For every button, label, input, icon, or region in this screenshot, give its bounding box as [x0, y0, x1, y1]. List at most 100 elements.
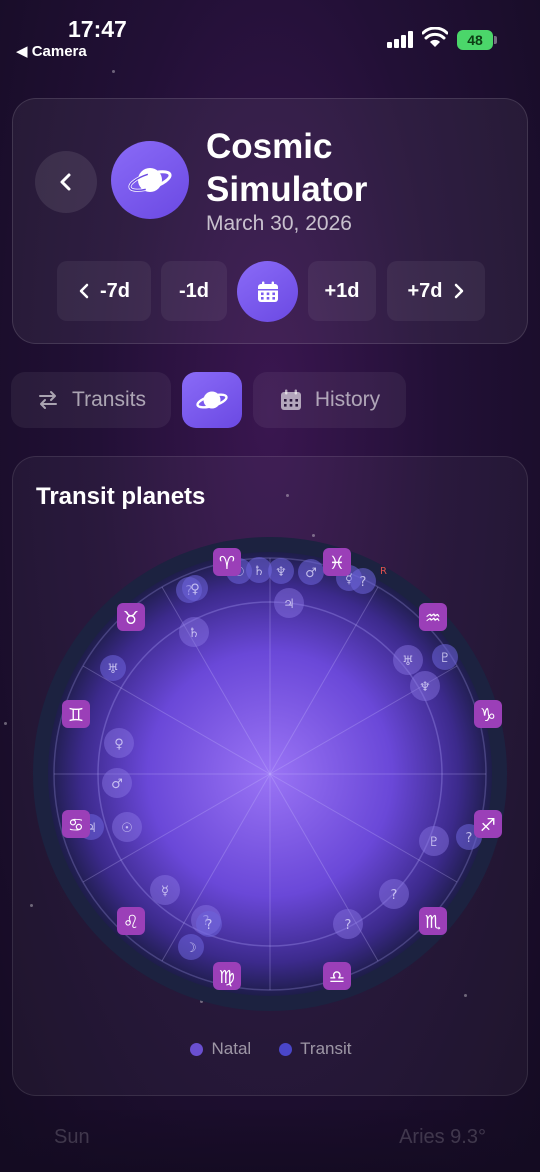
tab-transits[interactable]: Transits	[11, 372, 171, 428]
battery-icon: 48	[457, 30, 493, 50]
svg-text:♆: ♆	[419, 680, 431, 695]
chevron-left-icon	[79, 283, 89, 299]
sign-badge-sagittarius[interactable]: ♐	[474, 810, 502, 838]
svg-text:♇: ♇	[428, 835, 440, 850]
sign-glyph-libra: ♎	[329, 967, 345, 988]
svg-text:♅: ♅	[402, 654, 414, 669]
date-navigation: -7d -1d +1d +7d	[13, 261, 529, 322]
current-date: March 30, 2026	[206, 212, 352, 235]
minus-7-days-label: -7d	[100, 279, 130, 302]
svg-text:♂: ♂	[111, 777, 123, 792]
planet-marker[interactable]: ♀	[182, 575, 208, 601]
planet-icon	[196, 391, 228, 409]
planet-marker[interactable]: ?	[379, 879, 409, 909]
tab-history[interactable]: History	[253, 372, 406, 428]
svg-text:☉: ☉	[121, 821, 133, 836]
svg-text:♅: ♅	[107, 662, 119, 677]
sign-badge-cancer[interactable]: ♋	[62, 810, 90, 838]
plus-1-day-button[interactable]: +1d	[308, 261, 376, 321]
sign-glyph-leo: ♌	[123, 912, 139, 933]
calendar-button[interactable]	[237, 261, 298, 322]
battery-level: 48	[467, 32, 483, 48]
planet-marker[interactable]: ☽	[178, 934, 204, 960]
planet-marker[interactable]: ♇	[419, 826, 449, 856]
sign-badge-aquarius[interactable]: ♒	[419, 603, 447, 631]
plus-7-days-button[interactable]: +7d	[387, 261, 485, 321]
planet-marker[interactable]: ?	[196, 911, 222, 937]
planet-marker[interactable]: ☿	[150, 875, 180, 905]
planet-marker[interactable]: ♇	[432, 644, 458, 670]
minus-1-day-button[interactable]: -1d	[161, 261, 227, 321]
sign-badge-leo[interactable]: ♌	[117, 907, 145, 935]
svg-text:♃: ♃	[283, 597, 295, 612]
wifi-icon	[422, 27, 448, 47]
legend-transit-label: Transit	[300, 1039, 352, 1058]
svg-text:♆: ♆	[275, 565, 287, 580]
tab-planets[interactable]	[182, 372, 242, 428]
sign-badge-scorpio[interactable]: ♏	[419, 907, 447, 935]
plus-7-days-label: +7d	[407, 279, 443, 302]
sign-glyph-virgo: ♍	[219, 967, 235, 988]
sign-glyph-pisces: ♓	[329, 553, 345, 574]
planet-marker[interactable]: ♄	[179, 617, 209, 647]
transit-chart-card: Transit planets ♄ ♆ ♂ ☿ ? ♀ ♃ ♄ ♅ ♅ ♇ ♆ …	[12, 456, 528, 1096]
svg-text:♇: ♇	[439, 651, 451, 666]
sign-glyph-cancer: ♋	[68, 815, 84, 836]
sign-badge-pisces[interactable]: ♓	[323, 548, 351, 576]
sign-badge-virgo[interactable]: ♍	[213, 962, 241, 990]
svg-text:♄: ♄	[188, 626, 200, 641]
status-time: 17:47	[68, 16, 127, 42]
svg-text:♀: ♀	[114, 737, 124, 752]
zodiac-wheel: ☉ ♄ ♆ ♂ ☿ ? ? ♀ ♃ ♄ ♅ ♅ ♇ ♆ ♀ ♂ ♃ ☉ ♇ ? …	[33, 537, 507, 1011]
chart-title: Transit planets	[36, 483, 206, 510]
svg-text:?: ?	[360, 575, 367, 590]
minus-7-days-button[interactable]: -7d	[57, 261, 151, 321]
plus-1-day-label: +1d	[324, 279, 360, 302]
sign-badge-gemini[interactable]: ♊	[62, 700, 90, 728]
planet-marker[interactable]: ?	[350, 568, 376, 594]
sign-glyph-sagittarius: ♐	[480, 815, 496, 836]
tab-transits-label: Transits	[72, 388, 146, 411]
planet-marker[interactable]: ♆	[410, 671, 440, 701]
header-card: Cosmic Simulator March 30, 2026 -7d -1d …	[12, 98, 528, 344]
planet-marker[interactable]: ♂	[298, 559, 324, 585]
planet-marker[interactable]: ?	[333, 909, 363, 939]
svg-text:♀: ♀	[190, 582, 200, 597]
minus-1-day-label: -1d	[179, 279, 209, 302]
sign-badge-libra[interactable]: ♎	[323, 962, 351, 990]
sign-glyph-scorpio: ♏	[425, 912, 441, 933]
planet-position: Aries 9.3°	[399, 1126, 486, 1148]
chevron-right-icon	[454, 283, 463, 299]
svg-text:♄: ♄	[253, 564, 265, 579]
retrograde-mark: R	[380, 566, 387, 577]
planet-name: Sun	[54, 1126, 90, 1148]
sign-badge-capricorn[interactable]: ♑	[474, 700, 502, 728]
planet-marker[interactable]: ♅	[100, 655, 126, 681]
planet-marker[interactable]: ♃	[274, 588, 304, 618]
svg-text:?: ?	[206, 918, 213, 933]
back-button[interactable]	[35, 151, 97, 213]
battery-tip	[494, 36, 497, 44]
planet-marker[interactable]: ♆	[268, 558, 294, 584]
sign-badge-taurus[interactable]: ♉	[117, 603, 145, 631]
svg-text:?: ?	[391, 888, 398, 903]
svg-text:?: ?	[345, 918, 352, 933]
planet-marker[interactable]: ♀	[104, 728, 134, 758]
sign-glyph-aquarius: ♒	[425, 608, 441, 629]
sign-glyph-capricorn: ♑	[480, 705, 496, 726]
planet-marker[interactable]: ☉	[112, 812, 142, 842]
sign-glyph-aries: ♈	[219, 553, 235, 574]
status-bar: 17:47 ◀ Camera 48	[0, 0, 540, 66]
svg-text:☽: ☽	[185, 941, 197, 956]
sign-glyph-taurus: ♉	[123, 608, 139, 629]
planet-marker[interactable]: ♂	[102, 768, 132, 798]
chevron-left-icon	[60, 173, 71, 191]
legend-transit: Transit	[279, 1039, 352, 1059]
planet-icon	[111, 141, 189, 219]
svg-text:?: ?	[466, 831, 473, 846]
sign-badge-aries[interactable]: ♈	[213, 548, 241, 576]
planet-position-row[interactable]: Sun Aries 9.3°	[0, 1110, 540, 1172]
legend-natal-dot	[190, 1042, 204, 1056]
back-to-camera-link[interactable]: ◀ Camera	[16, 42, 87, 60]
planet-marker[interactable]: ♅	[393, 645, 423, 675]
